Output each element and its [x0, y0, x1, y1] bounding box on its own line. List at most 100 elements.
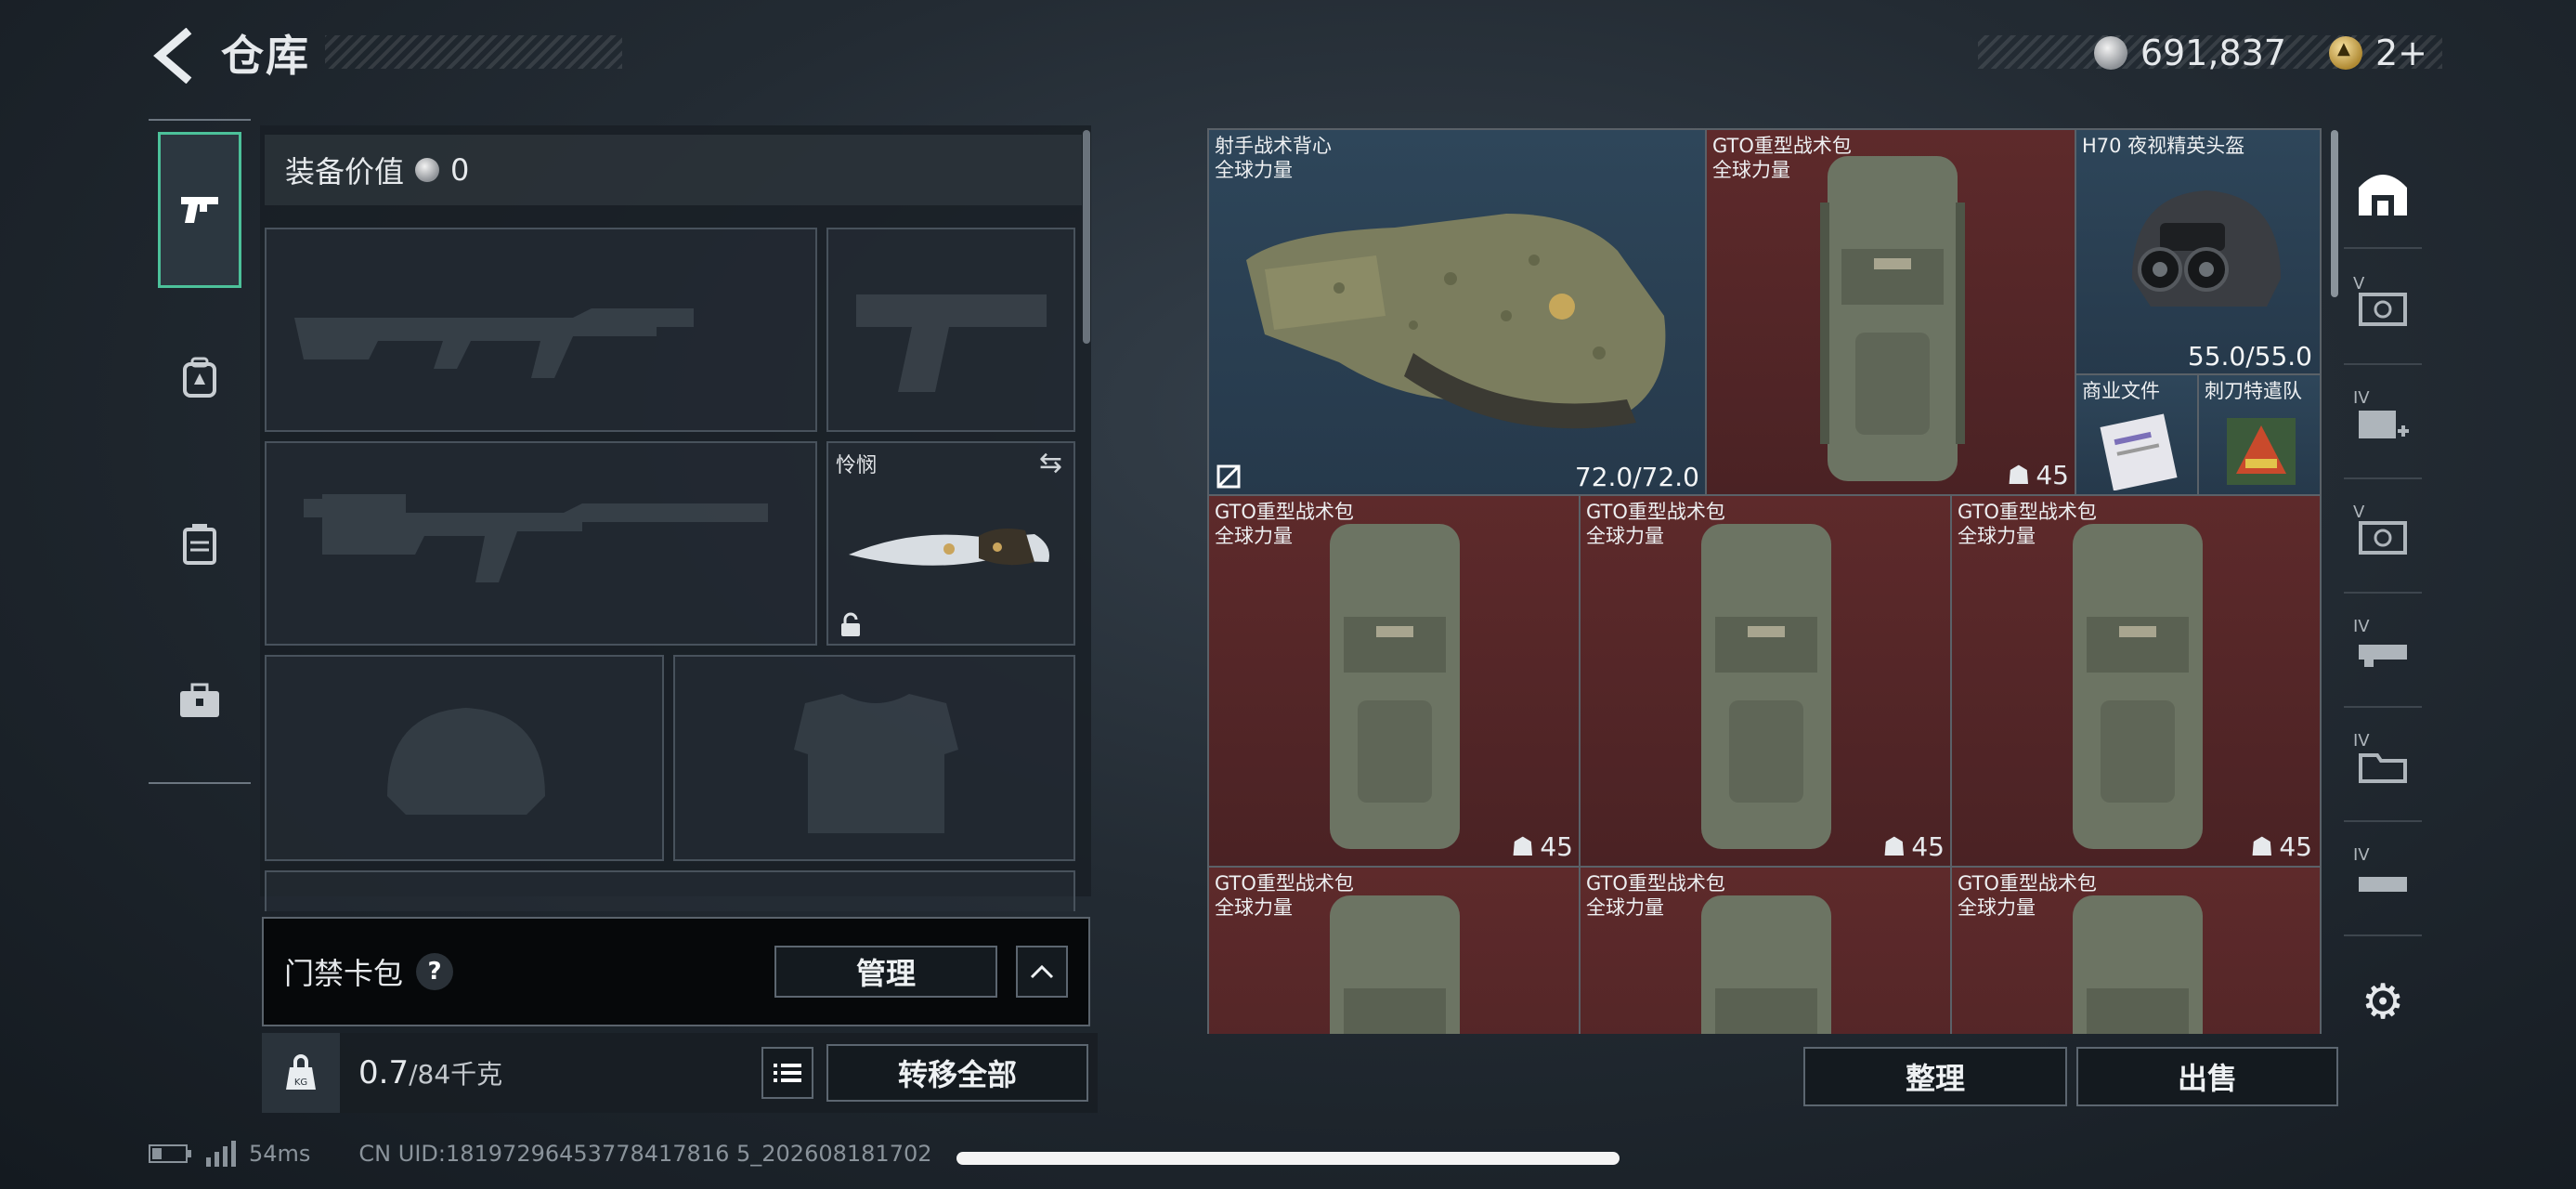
- sort-button[interactable]: 整理: [1803, 1047, 2067, 1106]
- next-slot-row: [265, 870, 1075, 911]
- transfer-all-button[interactable]: 转移全部: [826, 1044, 1088, 1102]
- vest-icon: [183, 524, 216, 565]
- swap-icon[interactable]: ⇆: [1039, 447, 1062, 479]
- weight-current: 0.7: [358, 1054, 410, 1091]
- night-vision-helmet-image: [2132, 190, 2281, 307]
- primary-weapon-slot[interactable]: [265, 228, 817, 432]
- helmet-slot[interactable]: [265, 655, 664, 861]
- tier-label: V: [2353, 274, 2365, 294]
- tab-weapon-case[interactable]: IV: [2344, 598, 2422, 708]
- level-icon: ☗: [2250, 831, 2274, 862]
- equipment-value-label: 装备价值: [285, 154, 405, 189]
- tab-folder[interactable]: IV: [2344, 712, 2422, 822]
- equipment-value: 装备价值 0: [265, 135, 1082, 205]
- user-id: CN UID:18197296453778417816 5_2026081817…: [358, 1141, 932, 1167]
- inventory-item[interactable]: GTO重型战术包 全球力量 ☗ 45: [1950, 494, 2322, 869]
- vest-silhouette-icon: [794, 694, 958, 833]
- tab-storage-add[interactable]: IV: [2344, 370, 2422, 479]
- heavy-backpack-image: [1820, 156, 1965, 481]
- heavy-backpack-image: [1330, 524, 1460, 849]
- list-view-button[interactable]: [761, 1047, 813, 1099]
- item-level: 45: [2036, 460, 2069, 490]
- item-name: H70 夜视精英头盔: [2082, 135, 2245, 157]
- safe-icon: [2359, 521, 2407, 555]
- title-decoration: [325, 35, 622, 69]
- document-image: [2100, 413, 2178, 490]
- loadout-scrollbar[interactable]: [1083, 130, 1090, 344]
- keycard-pack-bar: 门禁卡包 ? 管理: [262, 917, 1090, 1026]
- inventory-item[interactable]: GTO重型战术包 全球力量: [1950, 866, 2322, 1034]
- ammo-box-icon: [2359, 877, 2407, 892]
- item-level: 45: [1911, 831, 1945, 862]
- briefcase-icon: [180, 683, 219, 717]
- tier-label: IV: [2353, 845, 2370, 865]
- nav-backpack[interactable]: [158, 299, 241, 455]
- manage-button[interactable]: 管理: [774, 946, 997, 998]
- helmet-silhouette-icon: [387, 708, 545, 815]
- chevron-up-icon: [1030, 964, 1054, 979]
- weight-bar: KG 0.7 /84千克 转移全部: [262, 1033, 1098, 1113]
- durability-value: 55.0/55.0: [2187, 341, 2312, 372]
- add-storage-icon: [2359, 411, 2409, 438]
- tab-storage-1[interactable]: V: [2344, 255, 2422, 365]
- inventory-item[interactable]: H70 夜视精英头盔 55.0/55.0: [2075, 128, 2322, 377]
- melee-slot[interactable]: 怜悯 ⇆: [826, 441, 1075, 646]
- nav-vest[interactable]: [158, 466, 241, 622]
- item-level: 45: [2279, 831, 2312, 862]
- sell-button[interactable]: 出售: [2076, 1047, 2338, 1106]
- svg-text:KG: KG: [294, 1078, 307, 1088]
- rifle-silhouette-icon: [294, 308, 694, 378]
- weight-max: /84千克: [409, 1059, 503, 1090]
- coin-icon: [415, 158, 440, 182]
- nav-toolbox[interactable]: [158, 622, 241, 778]
- ping-value: 54ms: [249, 1141, 311, 1167]
- item-name: 射手战术背心: [1215, 135, 1332, 157]
- armor-slot[interactable]: [673, 655, 1075, 861]
- inventory-item[interactable]: GTO重型战术包 全球力量: [1579, 866, 1954, 1034]
- signal-icon: [206, 1141, 236, 1167]
- inventory-item[interactable]: 刺刀特遣队: [2197, 373, 2322, 498]
- list-icon: [774, 1064, 801, 1082]
- kettlebell-icon: KG: [286, 1054, 316, 1090]
- home-indicator[interactable]: [956, 1152, 1620, 1165]
- inventory-item[interactable]: GTO重型战术包 全球力量 ☗ 45: [1579, 494, 1954, 869]
- chevron-left-icon: [153, 27, 192, 85]
- premium-coin-icon: [2328, 36, 2362, 70]
- storage-tabs: V IV V IV IV IV ⚙: [2340, 130, 2426, 1045]
- inventory-item[interactable]: GTO重型战术包 全球力量 ☗ 45: [1705, 128, 2078, 498]
- tier-label: IV: [2353, 617, 2370, 636]
- equipment-value-amount: 0: [450, 152, 470, 188]
- coin-icon: [2093, 36, 2127, 70]
- loadout-category-nav: [149, 119, 251, 784]
- sidearm-slot[interactable]: [826, 228, 1075, 432]
- heavy-backpack-image: [1330, 895, 1460, 1034]
- lock-icon: [841, 612, 860, 636]
- tab-warehouse[interactable]: [2344, 139, 2422, 249]
- expand-button[interactable]: [1016, 946, 1068, 998]
- inventory-item[interactable]: GTO重型战术包 全球力量: [1207, 866, 1582, 1034]
- warehouse-icon: [2359, 175, 2407, 216]
- tab-ammo[interactable]: IV: [2344, 827, 2422, 936]
- melee-slot-name: 怜悯: [836, 454, 878, 477]
- settings-button[interactable]: ⚙: [2344, 947, 2422, 1057]
- inventory-item[interactable]: 商业文件: [2075, 373, 2201, 498]
- nav-weapons[interactable]: [158, 132, 241, 288]
- premium-amount[interactable]: 2+: [2375, 33, 2427, 73]
- gear-icon: ⚙: [2361, 974, 2405, 1030]
- heavy-backpack-image: [1701, 895, 1831, 1034]
- inventory-scrollbar[interactable]: [2331, 130, 2338, 297]
- folder-icon: [2359, 753, 2407, 783]
- inventory-item[interactable]: GTO重型战术包 全球力量 ☗ 45: [1207, 494, 1582, 869]
- page-title: 仓库: [221, 31, 310, 81]
- tier-label: IV: [2353, 731, 2370, 751]
- inventory-item[interactable]: 射手战术背心 全球力量 72.0/72.0: [1207, 128, 1709, 498]
- currency-amount: 691,837: [2140, 33, 2286, 73]
- rifle-silhouette-icon: [304, 494, 768, 582]
- tactical-vest-image: [1246, 214, 1666, 429]
- back-button[interactable]: [149, 27, 204, 85]
- currency-bar: 691,837 2+: [2093, 28, 2427, 78]
- help-icon[interactable]: ?: [416, 953, 454, 990]
- secondary-weapon-slot[interactable]: [265, 441, 817, 646]
- tab-storage-2[interactable]: V: [2344, 484, 2422, 594]
- item-level: 45: [1540, 831, 1573, 862]
